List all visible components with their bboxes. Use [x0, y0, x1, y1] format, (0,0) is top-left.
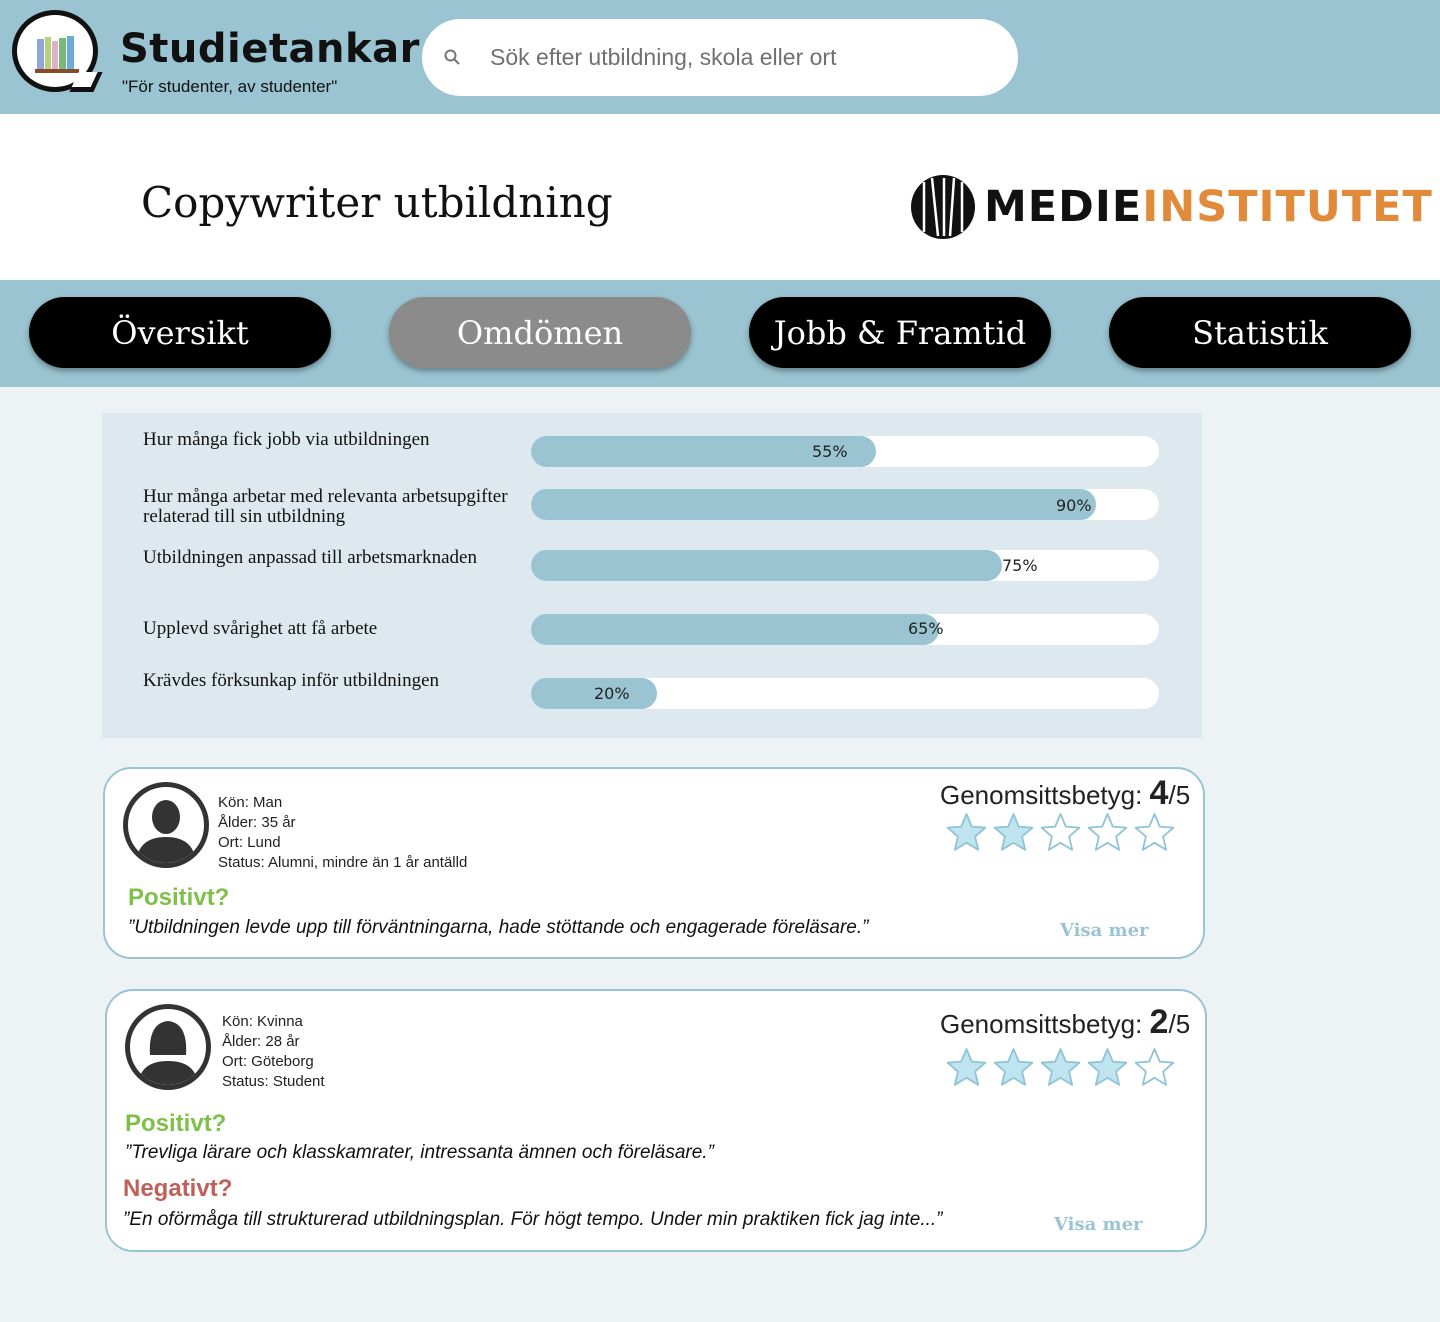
reviewer-status: Status: Student: [222, 1073, 325, 1090]
stat-label: Utbildningen anpassad till arbetsmarknad…: [143, 547, 477, 568]
rating-max: /5: [1168, 1009, 1191, 1039]
reviewer-info: Kön: Man Ålder: 35 år Ort: Lund Status: …: [218, 793, 467, 873]
stat-percent: 65%: [908, 619, 944, 638]
tab-statistik[interactable]: Statistik: [1109, 297, 1411, 368]
star-filled-icon: [946, 1048, 987, 1086]
stat-bar-fill: [531, 489, 1096, 520]
stat-percent: 55%: [812, 442, 848, 461]
star-filled-icon: [993, 1048, 1034, 1086]
avatar-male: [123, 782, 209, 868]
search-icon[interactable]: [444, 49, 460, 65]
rating-value: 4: [1149, 774, 1169, 812]
rating-label: Genomsittsbetyg:: [940, 1009, 1143, 1039]
positive-text: ”Trevliga lärare och klasskamrater, intr…: [125, 1142, 714, 1163]
reviewer-gender: Kön: Kvinna: [222, 1013, 303, 1030]
star-empty-icon: [1040, 813, 1081, 851]
institute-name-part1: MEDIE: [984, 182, 1143, 232]
star-filled-icon: [946, 813, 987, 851]
reviewer-info: Kön: Kvinna Ålder: 28 år Ort: Göteborg S…: [222, 1012, 325, 1092]
positive-title: Positivt?: [128, 884, 230, 911]
reviewer-city: Ort: Göteborg: [222, 1053, 314, 1070]
rating-label: Genomsittsbetyg:: [940, 780, 1143, 810]
rating-stars: [945, 1046, 1176, 1089]
show-more-link[interactable]: Visa mer: [1054, 1214, 1143, 1235]
brand-name[interactable]: Studietankar: [120, 26, 420, 72]
avatar-female: [125, 1004, 211, 1090]
page-title: Copywriter utbildning: [141, 178, 613, 227]
show-more-link[interactable]: Visa mer: [1060, 920, 1149, 941]
negative-title: Negativt?: [123, 1175, 233, 1202]
star-empty-icon: [1087, 813, 1128, 851]
star-empty-icon: [1134, 1048, 1175, 1086]
institute-logo-icon: [911, 175, 975, 239]
stat-label: Upplevd svårighet att få arbete: [143, 618, 378, 639]
stat-label: Hur många arbetar med relevanta arbetsup…: [143, 486, 508, 527]
person-female-icon: [138, 1021, 198, 1085]
stat-bar-fill: [531, 550, 1002, 581]
stat-percent: 90%: [1056, 496, 1092, 515]
stat-percent: 20%: [594, 684, 630, 703]
institute-name[interactable]: MEDIEINSTITUTET: [984, 182, 1433, 232]
star-empty-icon: [1134, 813, 1175, 851]
reviewer-gender: Kön: Man: [218, 794, 283, 811]
institute-name-part2: INSTITUTET: [1142, 182, 1433, 232]
reviewer-city: Ort: Lund: [218, 834, 281, 851]
star-filled-icon: [1040, 1048, 1081, 1086]
star-filled-icon: [1087, 1048, 1128, 1086]
tab-oversikt[interactable]: Översikt: [29, 297, 331, 368]
stat-label: Hur många fick jobb via utbildningen: [143, 429, 430, 450]
search-input[interactable]: [490, 36, 990, 78]
books-icon: [35, 36, 79, 73]
positive-title: Positivt?: [125, 1110, 227, 1137]
rating-stars: [945, 811, 1176, 854]
stat-bar-fill: [531, 614, 939, 645]
person-male-icon: [136, 800, 196, 863]
star-filled-icon: [993, 813, 1034, 851]
rating: Genomsittsbetyg: 4/5: [940, 774, 1190, 813]
positive-text: ”Utbildningen levde upp till förväntning…: [128, 917, 869, 938]
reviewer-age: Ålder: 28 år: [222, 1033, 300, 1050]
rating-value: 2: [1149, 1003, 1169, 1041]
stat-label: Krävdes förksunkap inför utbildningen: [143, 670, 440, 691]
stat-percent: 75%: [1002, 556, 1038, 575]
negative-text: ”En oförmåga till strukturerad utbildnin…: [123, 1209, 943, 1230]
tab-omdomen[interactable]: Omdömen: [389, 297, 691, 368]
reviewer-age: Ålder: 35 år: [218, 814, 296, 831]
brand-tagline: "För studenter, av studenter": [122, 77, 338, 96]
rating: Genomsittsbetyg: 2/5: [940, 1003, 1190, 1042]
rating-max: /5: [1168, 780, 1191, 810]
tab-jobb-framtid[interactable]: Jobb & Framtid: [749, 297, 1051, 368]
reviewer-status: Status: Alumni, mindre än 1 år antälld: [218, 854, 468, 871]
